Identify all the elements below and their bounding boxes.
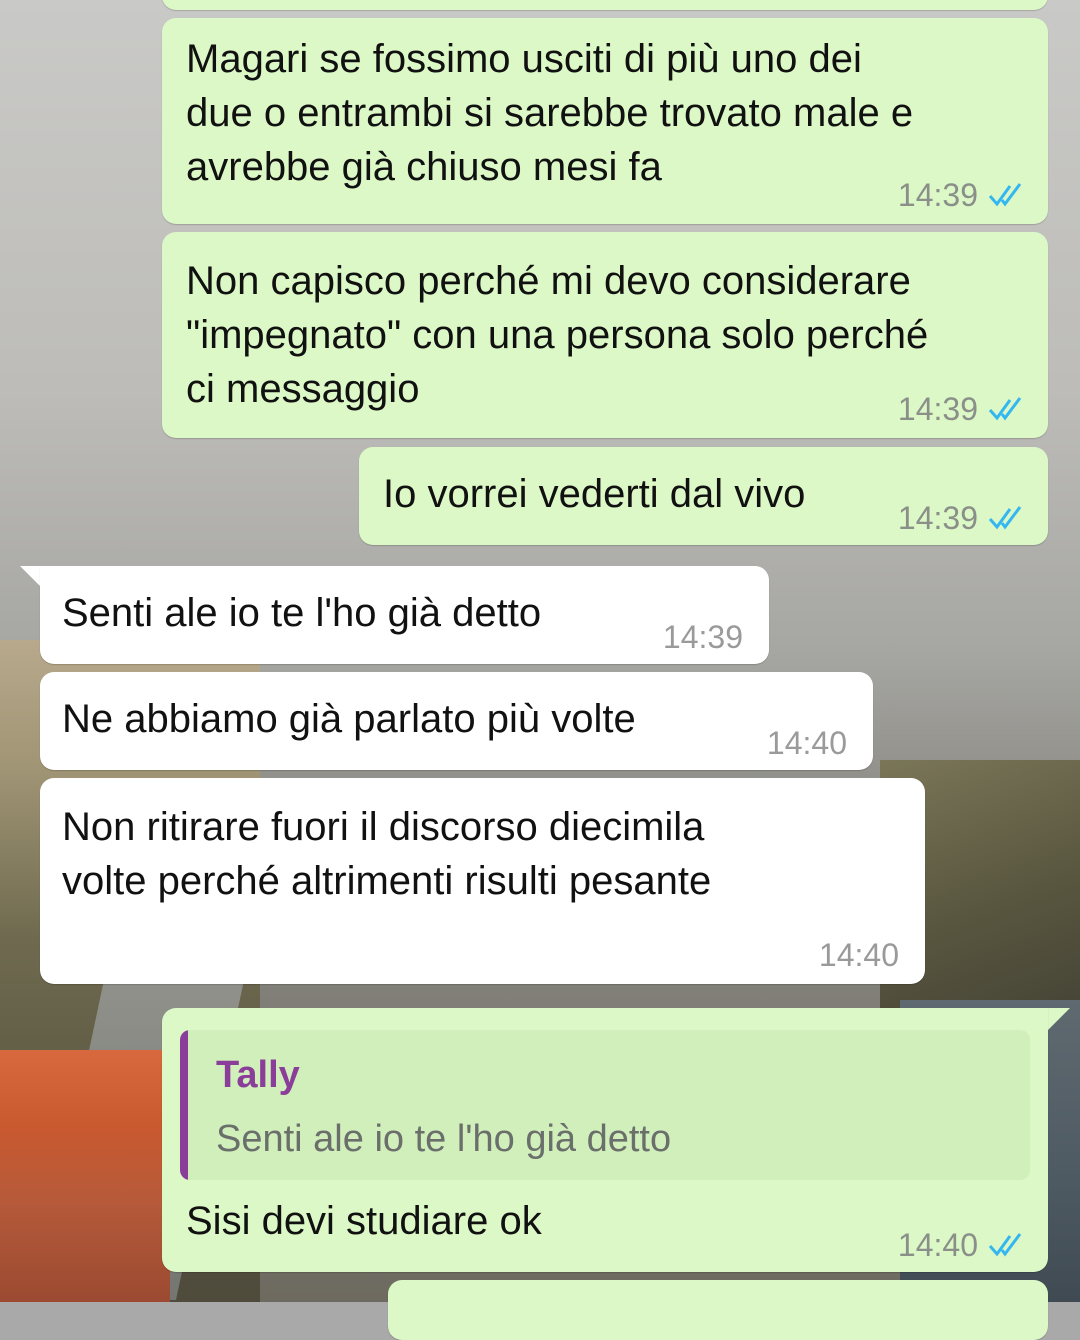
message-time: 14:40	[897, 1227, 978, 1263]
message-meta: 14:40	[819, 928, 899, 982]
message-bubble-outgoing-reply[interactable]: Tally Senti ale io te l'ho già detto Sis…	[162, 1008, 1048, 1272]
message-time: 14:39	[897, 177, 978, 213]
quote-accent-bar	[180, 1030, 188, 1180]
double-check-icon	[988, 506, 1022, 530]
message-text: Non capisco perché mi devo considerare "…	[186, 259, 929, 411]
message-text: Ne abbiamo già parlato più volte	[62, 697, 636, 741]
message-time: 14:40	[818, 937, 899, 973]
message-bubble-partial-top	[162, 0, 1048, 10]
double-check-icon	[988, 183, 1022, 207]
message-time: 14:39	[897, 391, 978, 427]
message-meta: 14:39	[898, 382, 1026, 436]
bubble-tail	[1048, 1008, 1070, 1030]
message-bubble-incoming[interactable]: Non ritirare fuori il discorso diecimila…	[40, 778, 925, 984]
message-text: Magari se fossimo usciti di più uno dei …	[186, 37, 914, 189]
message-meta: 14:39	[898, 168, 1026, 222]
message-time: 14:39	[662, 619, 743, 655]
message-time: 14:40	[766, 725, 847, 761]
message-meta: 14:40	[898, 1218, 1026, 1272]
message-bubble-outgoing[interactable]: Magari se fossimo usciti di più uno dei …	[162, 18, 1048, 224]
message-meta: 14:39	[663, 610, 743, 664]
quote-text: Senti ale io te l'ho già detto	[216, 1118, 672, 1160]
double-check-icon	[988, 397, 1022, 421]
message-text: Non ritirare fuori il discorso diecimila…	[62, 805, 712, 903]
message-bubble-incoming[interactable]: Senti ale io te l'ho già detto 14:39	[40, 566, 769, 664]
message-text: Sisi devi studiare ok	[186, 1199, 542, 1243]
message-meta: 14:39	[898, 491, 1026, 545]
message-text: Senti ale io te l'ho già detto	[62, 591, 542, 635]
message-bubble-outgoing[interactable]: Non capisco perché mi devo considerare "…	[162, 232, 1048, 438]
quoted-message[interactable]: Tally Senti ale io te l'ho già detto	[180, 1030, 1030, 1180]
message-time: 14:39	[897, 500, 978, 536]
double-check-icon	[988, 1233, 1022, 1257]
quote-author: Tally	[216, 1054, 300, 1096]
message-text: Io vorrei vederti dal vivo	[383, 472, 806, 516]
message-meta: 14:40	[767, 716, 847, 770]
message-bubble-incoming[interactable]: Ne abbiamo già parlato più volte 14:40	[40, 672, 873, 770]
bubble-tail	[20, 566, 42, 588]
message-bubble-outgoing[interactable]: Io vorrei vederti dal vivo 14:39	[359, 447, 1048, 545]
message-bubble-partial-bottom	[388, 1280, 1048, 1340]
